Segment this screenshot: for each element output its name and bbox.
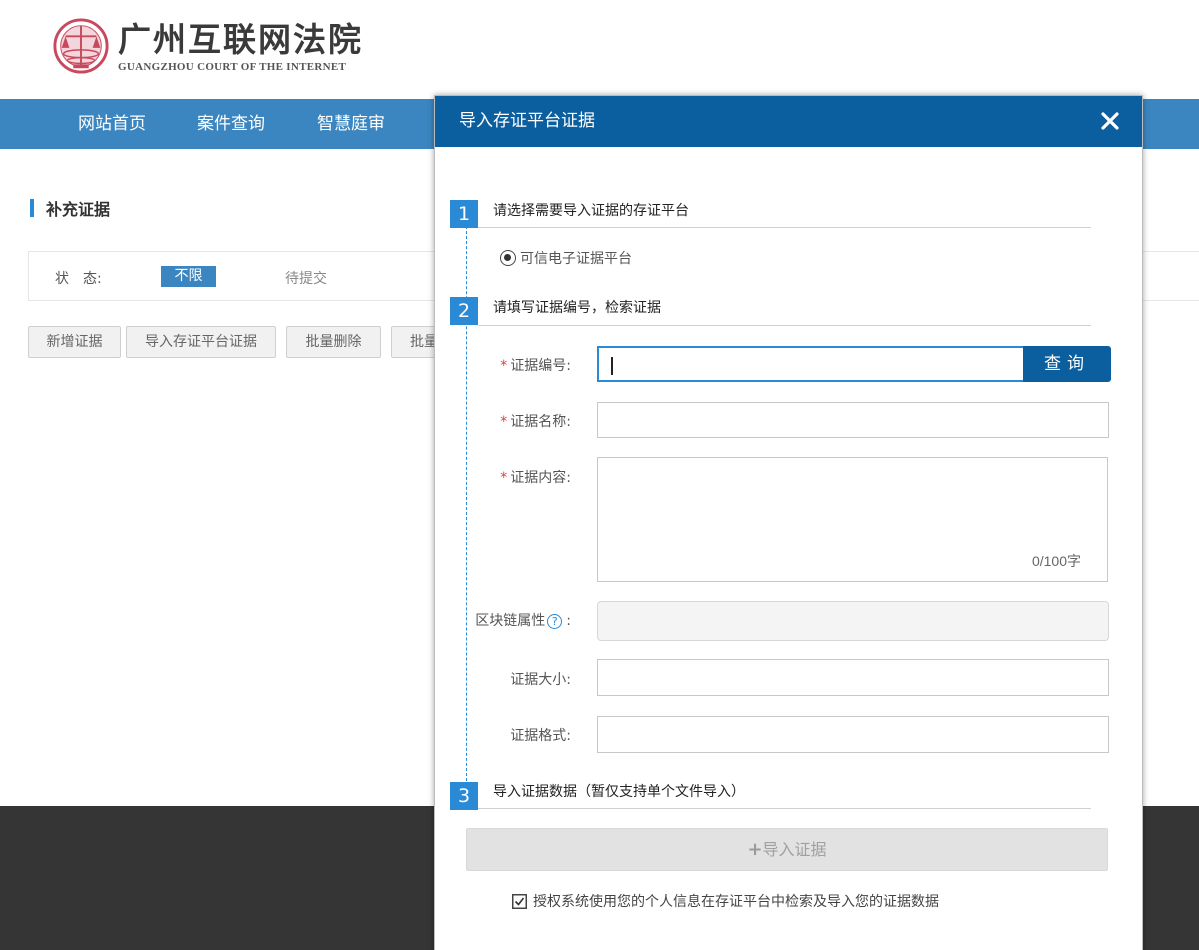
- step-3-number: 3: [450, 782, 478, 810]
- section-title: 补充证据: [30, 196, 110, 220]
- step-1-divider: [478, 227, 1091, 228]
- required-mark: *: [500, 414, 508, 430]
- evidence-size-input[interactable]: [597, 659, 1109, 696]
- authorization-consent[interactable]: 授权系统使用您的个人信息在存证平台中检索及导入您的证据数据: [512, 891, 939, 911]
- site-name-cn: 广州互联网法院: [118, 19, 363, 59]
- step-2-divider: [478, 325, 1091, 326]
- evidence-no-label: * 证据编号:: [500, 358, 571, 374]
- required-mark: *: [500, 470, 508, 486]
- import-platform-evidence-button[interactable]: 导入存证平台证据: [126, 326, 276, 358]
- import-evidence-modal: 导入存证平台证据 1 请选择需要导入证据的存证平台 可信电子证据平台 2 请填写…: [434, 95, 1143, 950]
- evidence-content-label: * 证据内容:: [500, 470, 571, 486]
- blockchain-label: 区块链属性?:: [475, 613, 571, 629]
- nav-item-home[interactable]: 网站首页: [78, 99, 146, 149]
- blockchain-input: [597, 601, 1109, 641]
- modal-title: 导入存证平台证据: [459, 111, 595, 131]
- status-filter-label: 状 态:: [55, 271, 102, 287]
- text-caret: [611, 357, 613, 375]
- evidence-format-label: 证据格式:: [510, 728, 571, 744]
- plus-icon: +: [747, 839, 763, 860]
- authorization-text: 授权系统使用您的个人信息在存证平台中检索及导入您的证据数据: [533, 894, 939, 910]
- evidence-name-label: * 证据名称:: [500, 414, 571, 430]
- checkbox-checked-icon[interactable]: [512, 893, 527, 909]
- import-evidence-button[interactable]: +导入证据: [466, 828, 1108, 871]
- search-button[interactable]: 查询: [1023, 346, 1111, 382]
- section-title-bar: [30, 199, 34, 217]
- step-1-number: 1: [450, 200, 478, 228]
- platform-radio-option[interactable]: 可信电子证据平台: [500, 248, 632, 268]
- site-name-en: GUANGZHOU COURT OF THE INTERNET: [118, 60, 347, 73]
- filter-option-pending[interactable]: 待提交: [285, 268, 327, 288]
- platform-option-label: 可信电子证据平台: [520, 251, 632, 267]
- close-icon[interactable]: [1098, 109, 1122, 133]
- step-2-title: 请填写证据编号，检索证据: [493, 300, 661, 316]
- required-mark: *: [500, 358, 508, 374]
- evidence-no-input[interactable]: [597, 346, 1025, 382]
- section-title-text: 补充证据: [46, 200, 111, 219]
- nav-item-smart-trial[interactable]: 智慧庭审: [317, 99, 385, 149]
- step-3-divider: [478, 808, 1091, 809]
- evidence-format-input[interactable]: [597, 716, 1109, 753]
- nav-item-case-query[interactable]: 案件查询: [197, 99, 265, 149]
- filter-option-all[interactable]: 不限: [161, 266, 216, 287]
- court-emblem-icon: [53, 18, 109, 74]
- batch-delete-button[interactable]: 批量删除: [286, 326, 381, 358]
- evidence-size-label: 证据大小:: [510, 672, 571, 688]
- step-3-title: 导入证据数据（暂仅支持单个文件导入）: [493, 784, 745, 800]
- radio-selected-icon[interactable]: [500, 250, 516, 266]
- evidence-content-textarea[interactable]: 0/100字: [597, 457, 1108, 582]
- modal-header: 导入存证平台证据: [435, 96, 1142, 147]
- import-evidence-label: 导入证据: [762, 840, 827, 859]
- help-icon[interactable]: ?: [547, 613, 563, 629]
- step-2-number: 2: [450, 297, 478, 325]
- step-1-title: 请选择需要导入证据的存证平台: [493, 203, 689, 219]
- content-char-counter: 0/100字: [1031, 553, 1081, 569]
- add-evidence-button[interactable]: 新增证据: [28, 326, 121, 358]
- evidence-name-input[interactable]: [597, 402, 1109, 438]
- site-logo[interactable]: 广州互联网法院 GUANGZHOU COURT OF THE INTERNET: [52, 17, 363, 75]
